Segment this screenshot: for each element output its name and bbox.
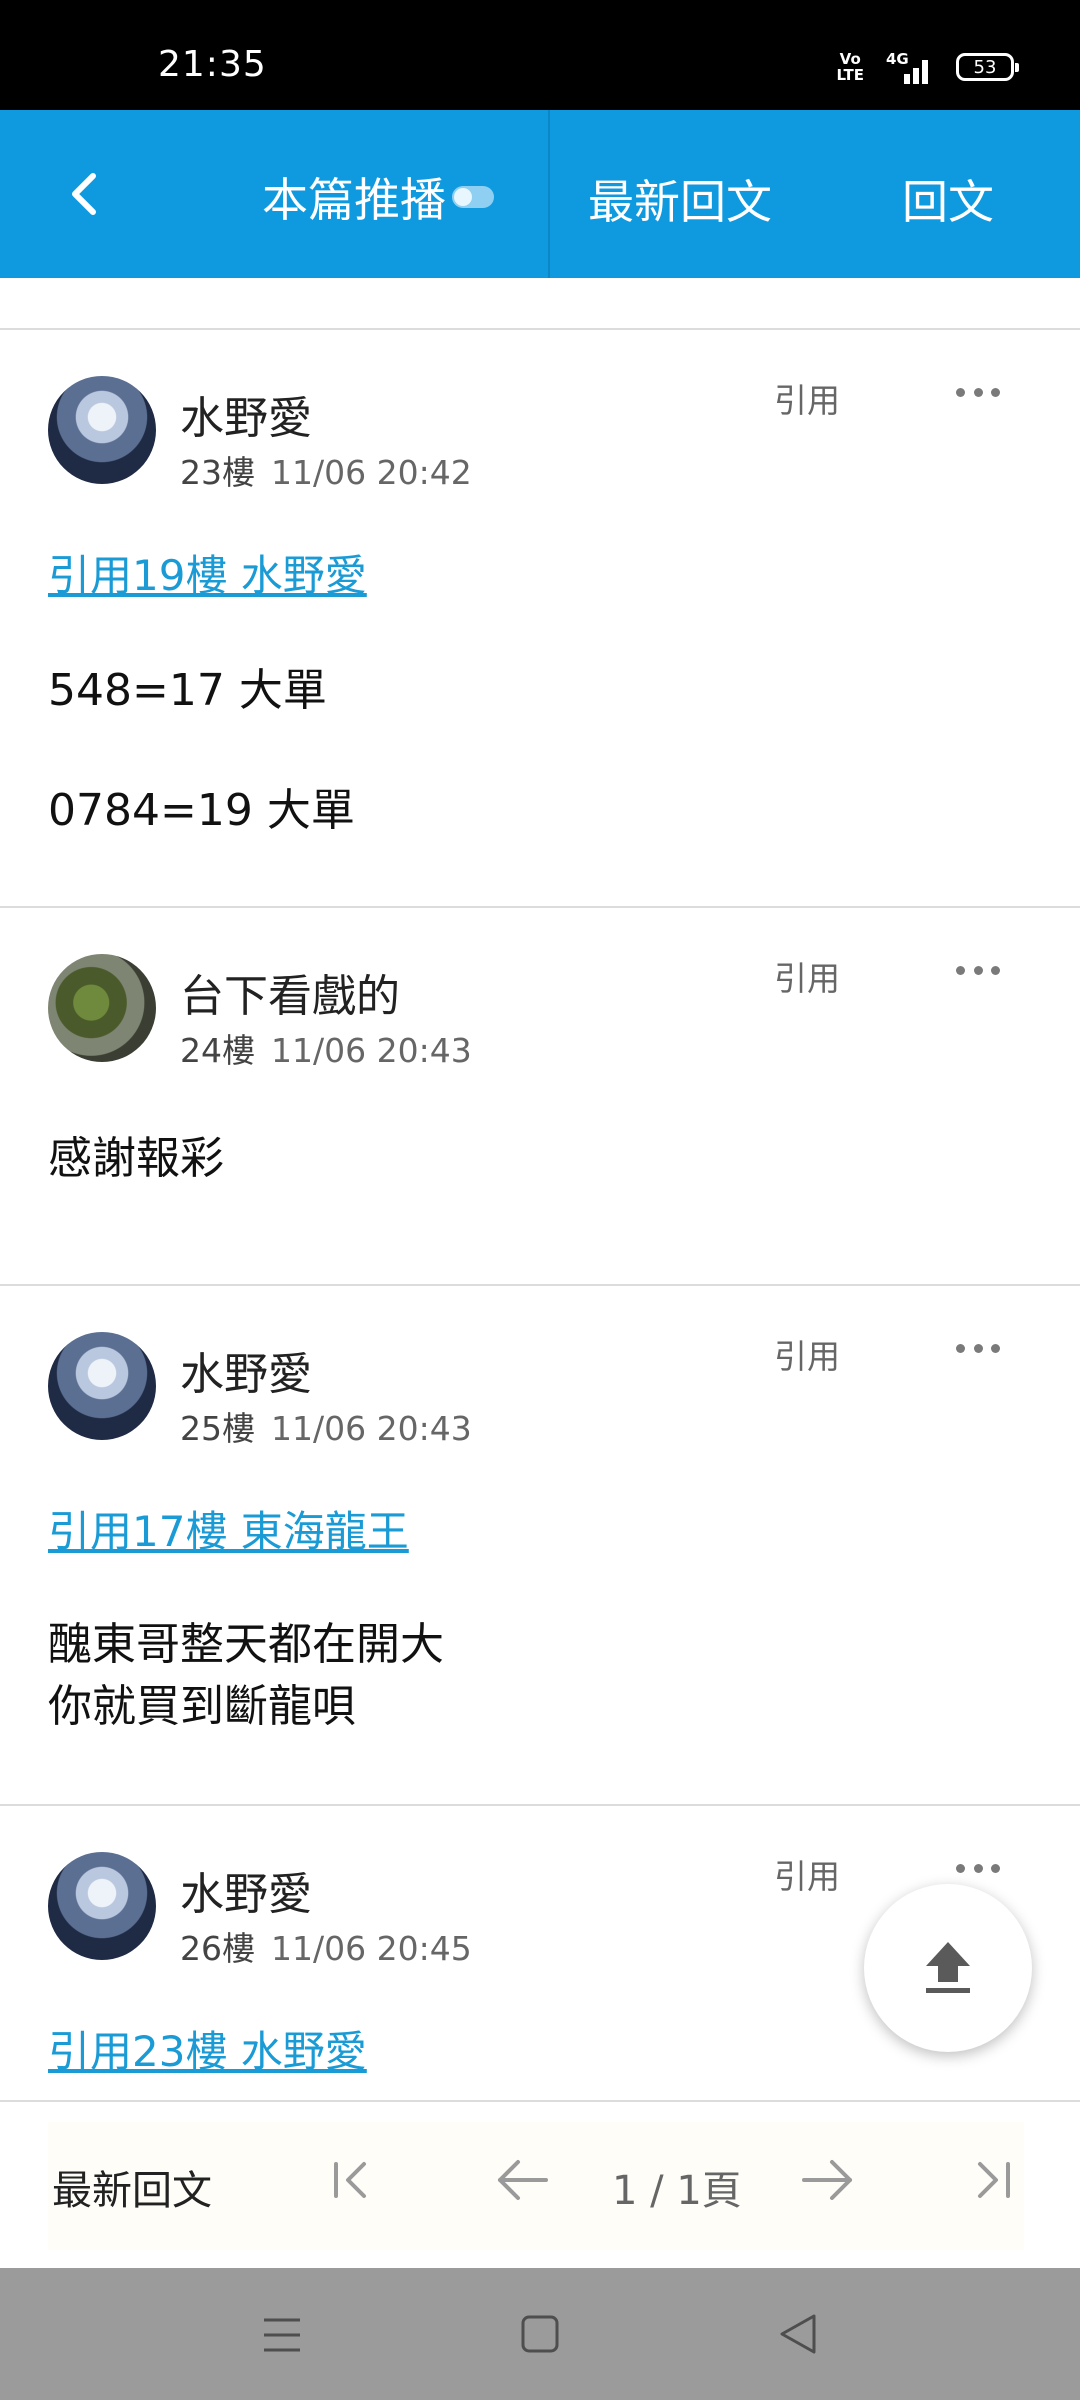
post-body-line: 醜東哥整天都在開大 (48, 1619, 444, 1670)
quote-link[interactable]: 引用19樓 水野愛 (48, 542, 367, 603)
post-meta: 23樓 11/06 20:42 (180, 446, 472, 494)
post-divider (0, 1284, 1080, 1286)
avatar[interactable] (48, 1852, 156, 1960)
post-time: 11/06 20:45 (271, 1929, 472, 1968)
arrow-left-icon (498, 2160, 548, 2200)
post-meta: 24樓 11/06 20:43 (180, 1024, 472, 1072)
quote-button[interactable]: 引用 (774, 1850, 840, 1898)
menu-icon (264, 2318, 300, 2352)
avatar[interactable] (48, 376, 156, 484)
post-author[interactable]: 水野愛 (180, 1858, 312, 1922)
quote-link[interactable]: 引用17樓 東海龍王 (48, 1498, 409, 1559)
arrow-right-icon (802, 2160, 852, 2200)
pager-latest-replies[interactable]: 最新回文 (52, 2158, 212, 2216)
post-floor: 23樓 (180, 453, 255, 492)
tab-latest-replies[interactable]: 最新回文 (588, 166, 772, 232)
more-options-icon[interactable] (956, 384, 1000, 400)
upload-arrow-icon (926, 1942, 970, 1993)
last-page-button[interactable] (972, 2158, 1016, 2206)
next-page-button[interactable] (800, 2158, 856, 2206)
quote-button[interactable]: 引用 (774, 952, 840, 1000)
status-icons: Vo LTE 4G 53 (836, 50, 1019, 84)
recent-apps-button[interactable] (262, 2316, 302, 2358)
app-bar: 本篇推播 最新回文 回文 (0, 110, 1080, 278)
avatar[interactable] (48, 954, 156, 1062)
scroll-to-top-button[interactable] (864, 1884, 1032, 2052)
post-body-line: 感謝報彩 (48, 1133, 224, 1184)
list-top-divider (0, 328, 1080, 330)
home-button[interactable] (520, 2314, 560, 2358)
chevron-left-icon (72, 173, 96, 215)
first-page-button[interactable] (328, 2158, 372, 2206)
status-time: 21:35 (158, 44, 267, 85)
home-square-icon (521, 2315, 559, 2353)
post-meta: 25樓 11/06 20:43 (180, 1402, 472, 1450)
post-body-line: 0784=19 大單 (48, 785, 355, 836)
tab-push-notify[interactable]: 本篇推播 (262, 164, 494, 230)
post-body-line: 548=17 大單 (48, 665, 327, 716)
tab-reply[interactable]: 回文 (902, 166, 994, 232)
post-body-line: 你就買到斷龍唄 (48, 1681, 356, 1732)
more-options-icon[interactable] (956, 1340, 1000, 1356)
post-time: 11/06 20:42 (271, 453, 472, 492)
post-time: 11/06 20:43 (271, 1031, 472, 1070)
post-divider (0, 1804, 1080, 1806)
page-indicator: 1 / 1頁 (612, 2168, 742, 2214)
header-divider (548, 110, 550, 278)
post-floor: 26樓 (180, 1929, 255, 1968)
post-time: 11/06 20:43 (271, 1409, 472, 1448)
system-nav-bar (0, 2268, 1080, 2400)
quote-button[interactable]: 引用 (774, 374, 840, 422)
quote-link[interactable]: 引用23樓 水野愛 (48, 2018, 367, 2079)
more-options-icon[interactable] (956, 1860, 1000, 1876)
post-divider (0, 906, 1080, 908)
post-author[interactable]: 水野愛 (180, 382, 312, 446)
post-meta: 26樓 11/06 20:45 (180, 1922, 472, 1970)
post-floor: 25樓 (180, 1409, 255, 1448)
more-options-icon[interactable] (956, 962, 1000, 978)
avatar[interactable] (48, 1332, 156, 1440)
push-toggle[interactable] (452, 186, 494, 208)
post-floor: 24樓 (180, 1031, 255, 1070)
post-author[interactable]: 台下看戲的 (180, 960, 400, 1024)
signal-icon: 4G (886, 50, 934, 84)
first-page-icon (334, 2162, 366, 2198)
post-author[interactable]: 水野愛 (180, 1338, 312, 1402)
pager-bar: 最新回文 1 / 1頁 (0, 2100, 1080, 2268)
quote-button[interactable]: 引用 (774, 1330, 840, 1378)
back-triangle-icon (780, 2314, 816, 2354)
back-button[interactable] (52, 162, 116, 226)
last-page-icon (978, 2162, 1010, 2198)
volte-icon: Vo LTE (836, 50, 864, 84)
status-bar: 21:35 Vo LTE 4G 53 (0, 0, 1080, 110)
battery-icon: 53 (956, 53, 1019, 81)
system-back-button[interactable] (778, 2312, 818, 2360)
prev-page-button[interactable] (494, 2158, 550, 2206)
